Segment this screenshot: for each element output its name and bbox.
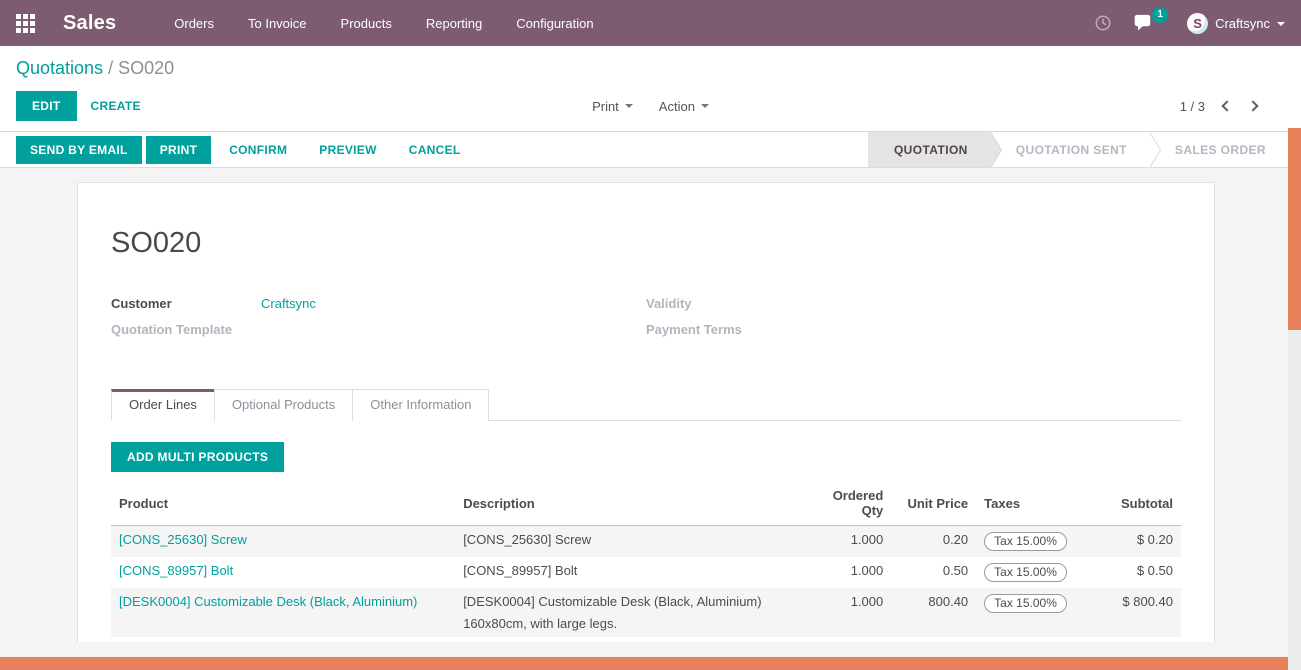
vertical-scrollbar-thumb[interactable] [1288, 128, 1301, 330]
subtotal-cell: $ 0.50 [1096, 557, 1181, 588]
tab-optional-products[interactable]: Optional Products [214, 389, 353, 421]
payment-terms-label: Payment Terms [646, 322, 796, 337]
breadcrumb-quotations[interactable]: Quotations [16, 58, 103, 78]
qty-cell: 1.000 [801, 526, 891, 558]
quotation-template-label: Quotation Template [111, 322, 261, 337]
menu-orders[interactable]: Orders [174, 16, 214, 31]
edit-button[interactable]: EDIT [16, 91, 77, 121]
pager-previous-icon[interactable] [1221, 100, 1232, 111]
horizontal-scrollbar-thumb[interactable] [0, 657, 1288, 670]
message-count-badge[interactable]: 1 [1152, 7, 1168, 23]
tax-badge[interactable]: Tax 15.00% [984, 532, 1067, 551]
description-line1: [DESK0004] Customizable Desk (Black, Alu… [463, 594, 761, 609]
notebook-tabs: Order Lines Optional Products Other Info… [111, 388, 1181, 421]
chevron-down-icon [1277, 22, 1285, 26]
col-header-taxes[interactable]: Taxes [976, 482, 1096, 526]
unit-price-cell: 0.50 [891, 557, 976, 588]
create-button[interactable]: CREATE [77, 92, 155, 120]
validity-label: Validity [646, 296, 796, 311]
product-link[interactable]: [DESK0004] Customizable Desk (Black, Alu… [119, 594, 417, 609]
control-panel: Quotations / SO020 EDIT CREATE Print Act… [0, 46, 1301, 132]
customer-link[interactable]: Craftsync [261, 296, 316, 311]
print-dropdown-label: Print [592, 99, 619, 114]
user-name: Craftsync [1215, 16, 1270, 31]
pager-value: 1 / 3 [1180, 99, 1205, 114]
step-sales-order[interactable]: SALES ORDER [1149, 132, 1288, 167]
subtotal-cell: $ 800.40 [1096, 588, 1181, 637]
tab-other-information[interactable]: Other Information [352, 389, 489, 421]
col-header-product[interactable]: Product [111, 482, 455, 526]
status-steps: QUOTATION QUOTATION SENT SALES ORDER [868, 132, 1288, 167]
description-cell: [CONS_89957] Bolt [455, 557, 801, 588]
user-menu[interactable]: S Craftsync [1187, 13, 1285, 34]
user-avatar: S [1187, 13, 1208, 34]
description-cell: [DESK0004] Customizable Desk (Black, Alu… [455, 588, 801, 637]
page-title: SO020 [111, 227, 1181, 260]
breadcrumb: Quotations / SO020 [16, 58, 1285, 79]
product-link[interactable]: [CONS_25630] Screw [119, 532, 247, 547]
top-navbar: Sales Orders To Invoice Products Reporti… [0, 0, 1301, 46]
statusbar: SEND BY EMAIL PRINT CONFIRM PREVIEW CANC… [0, 132, 1301, 168]
description-line2: 160x80cm, with large legs. [463, 616, 793, 631]
step-quotation-sent[interactable]: QUOTATION SENT [990, 132, 1149, 167]
preview-button[interactable]: PREVIEW [305, 136, 390, 164]
unit-price-cell: 800.40 [891, 588, 976, 637]
add-multi-products-button[interactable]: ADD MULTI PRODUCTS [111, 442, 284, 472]
quotation-sheet: SO020 Customer Craftsync Quotation Templ… [77, 182, 1215, 642]
subtotal-cell: $ 0.20 [1096, 526, 1181, 558]
scrollbar-corner [1288, 657, 1301, 670]
description-cell: [CONS_25630] Screw [455, 526, 801, 558]
action-dropdown[interactable]: Action [659, 99, 709, 114]
tax-badge[interactable]: Tax 15.00% [984, 594, 1067, 613]
qty-cell: 1.000 [801, 588, 891, 637]
cancel-button[interactable]: CANCEL [395, 136, 475, 164]
pager: 1 / 3 [1180, 99, 1285, 114]
col-header-description[interactable]: Description [455, 482, 801, 526]
main-menu: Orders To Invoice Products Reporting Con… [174, 16, 593, 31]
app-title[interactable]: Sales [63, 12, 116, 35]
menu-reporting[interactable]: Reporting [426, 16, 482, 31]
step-quotation[interactable]: QUOTATION [868, 132, 990, 167]
menu-products[interactable]: Products [341, 16, 392, 31]
apps-grid-icon[interactable] [16, 14, 35, 33]
messages-icon[interactable]: 1 [1134, 14, 1155, 32]
order-lines-table: Product Description Ordered Qty Unit Pri… [111, 482, 1181, 637]
col-header-ordered-qty[interactable]: Ordered Qty [801, 482, 891, 526]
table-row[interactable]: [CONS_89957] Bolt [CONS_89957] Bolt 1.00… [111, 557, 1181, 588]
pager-next-icon[interactable] [1247, 100, 1258, 111]
confirm-button[interactable]: CONFIRM [215, 136, 301, 164]
col-header-unit-price[interactable]: Unit Price [891, 482, 976, 526]
qty-cell: 1.000 [801, 557, 891, 588]
content-area: SO020 Customer Craftsync Quotation Templ… [0, 168, 1301, 642]
menu-to-invoice[interactable]: To Invoice [248, 16, 307, 31]
unit-price-cell: 0.20 [891, 526, 976, 558]
customer-label: Customer [111, 296, 261, 311]
print-button[interactable]: PRINT [146, 136, 212, 164]
vertical-scrollbar[interactable] [1288, 128, 1301, 657]
menu-configuration[interactable]: Configuration [516, 16, 593, 31]
col-header-subtotal[interactable]: Subtotal [1096, 482, 1181, 526]
chevron-down-icon [625, 104, 633, 108]
tax-badge[interactable]: Tax 15.00% [984, 563, 1067, 582]
table-row[interactable]: [DESK0004] Customizable Desk (Black, Alu… [111, 588, 1181, 637]
activity-clock-icon[interactable] [1094, 14, 1112, 32]
print-dropdown[interactable]: Print [592, 99, 633, 114]
product-link[interactable]: [CONS_89957] Bolt [119, 563, 233, 578]
breadcrumb-separator: / [108, 58, 113, 78]
breadcrumb-current: SO020 [118, 58, 174, 78]
action-dropdown-label: Action [659, 99, 695, 114]
chevron-down-icon [701, 104, 709, 108]
tab-order-lines[interactable]: Order Lines [111, 389, 215, 421]
send-by-email-button[interactable]: SEND BY EMAIL [16, 136, 142, 164]
table-row[interactable]: [CONS_25630] Screw [CONS_25630] Screw 1.… [111, 526, 1181, 558]
